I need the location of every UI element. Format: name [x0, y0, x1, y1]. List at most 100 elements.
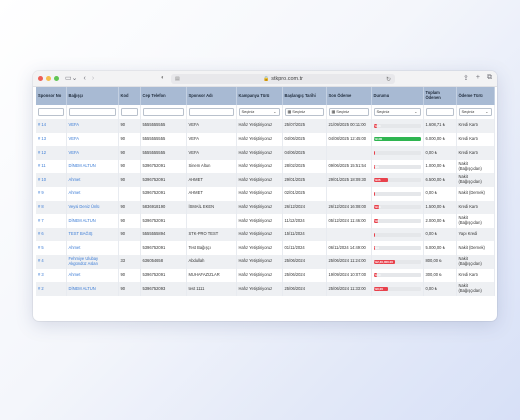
maximize-window-button[interactable]	[54, 76, 59, 81]
filter-total-input[interactable]	[425, 108, 454, 116]
donor-link[interactable]: VEFA	[66, 132, 119, 147]
sponsor-no-link[interactable]: # 2	[36, 282, 67, 296]
donor-link[interactable]: DİNEM ALTUN	[66, 214, 119, 228]
donor-link[interactable]: Ahmet	[66, 186, 119, 201]
status-cell	[371, 227, 424, 242]
payment-type-cell: Kredi Kartı	[456, 268, 495, 283]
filter-start-date-picker[interactable]: ▦ Seçiniz	[284, 108, 324, 116]
sidebar-toggle-icon[interactable]: ▭⌄	[65, 75, 77, 82]
progress-fill	[373, 191, 375, 196]
donor-link[interactable]: Ahmet	[66, 241, 119, 255]
donor-link[interactable]: DİNEM ALTUN	[66, 159, 119, 174]
share-icon[interactable]: ⇪	[463, 74, 469, 82]
back-icon[interactable]: ‹	[83, 75, 85, 82]
table-row[interactable]: # 8 Veysi Deniz Ünlü 90 5836918190 İSMAİL EK…	[36, 200, 495, 215]
filter-donor-input[interactable]	[68, 108, 116, 116]
address-bar[interactable]: ▤ 🔒 stkpro.com.tr ↻	[171, 74, 395, 84]
status-cell: %10	[371, 119, 424, 133]
filter-sponsor-no-input[interactable]	[38, 108, 64, 116]
donor-link[interactable]: Veysi Deniz Ünlü	[66, 200, 119, 215]
column-header[interactable]: Ödeme Türü	[456, 87, 495, 105]
table-row[interactable]: # 6 TEST BAĞIŞ 90 5555555894 STK-PRO TEST Haf…	[36, 227, 495, 242]
filter-code-input[interactable]	[120, 108, 138, 116]
sponsor-no-link[interactable]: # 9	[36, 186, 67, 201]
table-row[interactable]: # 12 VEFA 90 5555555555 VEFA Hafız Yetiştiriy…	[36, 146, 495, 160]
donor-link[interactable]: Fehmiye Ulubay Akgündüz Aslan	[66, 254, 119, 269]
sponsor-name-cell: İSMAİL EKEN	[186, 200, 237, 215]
campaign-cell: Hafız Yetiştiriyoruz	[236, 173, 283, 187]
code-cell	[118, 241, 141, 255]
filter-last-payment-picker[interactable]: ▦ Seçiniz	[328, 108, 369, 116]
chevron-down-icon: ⌄	[414, 108, 418, 114]
progress-fill: %2,30,000.00	[373, 259, 395, 264]
sponsor-no-link[interactable]: # 3	[36, 268, 67, 283]
progress-fill: %8	[373, 218, 379, 223]
column-header[interactable]: Son Ödeme	[326, 87, 372, 105]
start-date-cell: 26/12/2024	[282, 200, 327, 215]
tabs-overview-icon[interactable]: ⧉	[487, 74, 492, 82]
table-row[interactable]: # 3 Ahmet 90 5396752091 MUHAFAZIZLAR Hafız Ye…	[36, 268, 495, 283]
sponsor-no-link[interactable]: # 11	[36, 159, 67, 174]
progress-bar: %5	[373, 164, 421, 169]
filter-status-select[interactable]: Seçiniz ⌄	[373, 108, 421, 116]
sponsor-no-link[interactable]: # 5	[36, 241, 67, 255]
column-header[interactable]: Sponsor Adı	[186, 87, 237, 105]
status-cell: %3	[371, 241, 424, 255]
table-row[interactable]: # 2 DİNEM ALTUN 90 5396752093 test 1111 Hafız…	[36, 282, 495, 296]
status-cell: %100	[371, 132, 424, 147]
sponsor-name-cell: Sinem Altun	[186, 159, 237, 174]
reload-icon[interactable]: ↻	[386, 76, 391, 83]
sponsor-no-link[interactable]: # 6	[36, 227, 67, 242]
table-row[interactable]: # 5 Ahmet 5396752091 Test Bağışçı Hafız Yeti…	[36, 241, 495, 255]
donor-link[interactable]: DİNEM ALTUN	[66, 282, 119, 296]
start-date-cell: 02/01/2025	[282, 186, 327, 201]
sponsor-no-link[interactable]: # 10	[36, 173, 67, 187]
column-header[interactable]: Başlangıç Tarihi	[282, 87, 327, 105]
sponsor-no-link[interactable]: # 13	[36, 132, 67, 147]
table-row[interactable]: # 11 DİNEM ALTUN 90 5396752091 Sinem Altun Ha…	[36, 159, 495, 174]
column-header[interactable]: Toplam Ödenen	[423, 87, 457, 105]
forward-icon[interactable]: ›	[92, 75, 94, 82]
sponsor-no-link[interactable]: # 8	[36, 200, 67, 215]
column-header[interactable]: Sponsor No	[36, 87, 67, 105]
column-header[interactable]: Kod	[118, 87, 141, 105]
close-window-button[interactable]	[38, 76, 43, 81]
window-controls	[38, 76, 59, 81]
progress-bar: %36	[373, 178, 421, 183]
progress-bar: %10	[373, 273, 421, 278]
column-header[interactable]: Durumu	[371, 87, 424, 105]
last-payment-cell	[326, 146, 372, 160]
column-header[interactable]: Bağışçı	[66, 87, 119, 105]
donor-link[interactable]: Ahmet	[66, 173, 119, 187]
phone-cell: 5396752091	[140, 241, 187, 255]
sponsor-no-link[interactable]: # 4	[36, 254, 67, 269]
table-row[interactable]: # 4 Fehmiye Ulubay Akgündüz Aslan 33 636054…	[36, 254, 495, 269]
new-tab-icon[interactable]: +	[476, 74, 480, 82]
filter-campaign-select[interactable]: Seçiniz ⌄	[238, 108, 280, 116]
donor-link[interactable]: Ahmet	[66, 268, 119, 283]
table-row[interactable]: # 7 DİNEM ALTUN 90 5396752091 Hafız Yetiştir…	[36, 214, 495, 228]
table-row[interactable]: # 9 Ahmet 5396752091 AHMET Hafız Yetiştiriyo…	[36, 186, 495, 201]
column-header[interactable]: Cep Telefon	[140, 87, 187, 105]
sponsor-no-link[interactable]: # 7	[36, 214, 67, 228]
payment-type-cell: Nakit (Bağışçıdan)	[456, 282, 495, 296]
last-payment-cell: 26/12/2024 16:08:00	[326, 200, 372, 215]
table-row[interactable]: # 13 VEFA 90 5555555555 VEFA Hafız Yetiştiriy…	[36, 132, 495, 147]
column-header[interactable]: Kampanya Türü	[236, 87, 283, 105]
donor-link[interactable]: TEST BAĞIŞ	[66, 227, 119, 242]
page-icon: ▤	[175, 76, 180, 82]
table-row[interactable]: # 14 VEFA 90 5555555555 VEFA Hafız Yetiştiriy…	[36, 119, 495, 133]
filter-payment-type-select[interactable]: Seçiniz ⌄	[458, 108, 492, 116]
privacy-shield-icon[interactable]: ◐	[161, 75, 165, 81]
table-row[interactable]: # 10 Ahmet 90 5396752091 AHMET Hafız Yetiştir…	[36, 173, 495, 187]
donor-link[interactable]: VEFA	[66, 119, 119, 133]
minimize-window-button[interactable]	[46, 76, 51, 81]
donor-link[interactable]: VEFA	[66, 146, 119, 160]
filter-phone-input[interactable]	[142, 108, 184, 116]
progress-bar: %13	[373, 205, 421, 210]
sponsor-no-link[interactable]: # 12	[36, 146, 67, 160]
sponsor-no-link[interactable]: # 14	[36, 119, 67, 133]
filter-sponsor-name-input[interactable]	[188, 108, 234, 116]
chevron-down-icon: ⌄	[273, 108, 277, 114]
progress-bar: %100	[373, 137, 421, 142]
